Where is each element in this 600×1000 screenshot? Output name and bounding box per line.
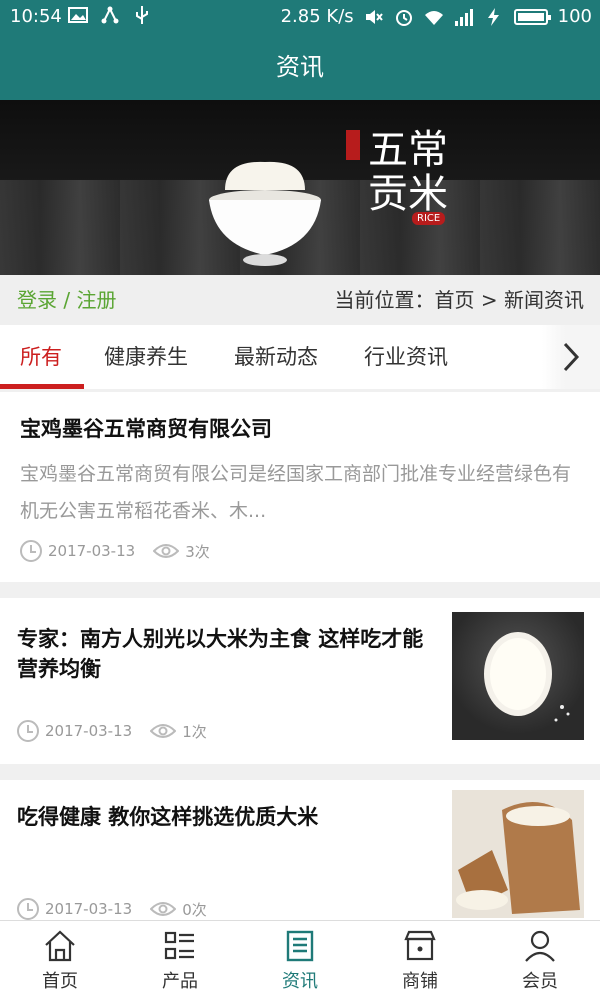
nav-member-label: 会员 <box>522 970 558 992</box>
signal-icon <box>454 8 473 26</box>
banner-rice-badge: RICE <box>412 212 446 225</box>
news-icon <box>286 930 314 961</box>
home-icon <box>45 929 75 961</box>
article-summary: 宝鸡墨谷五常商贸有限公司是经国家工商部门批准专业经营绿色有机无公害五常稻花香米、… <box>20 463 572 522</box>
nav-shop[interactable]: 商铺 <box>360 921 480 1000</box>
article-meta: 2017-03-13 1次 <box>17 720 207 742</box>
image-icon <box>68 7 88 23</box>
notification-icons <box>68 5 152 25</box>
nav-products-label: 产品 <box>162 970 198 992</box>
eye-icon <box>150 902 177 916</box>
clock-icon <box>17 720 39 742</box>
nav-products[interactable]: 产品 <box>120 921 240 1000</box>
network-speed: 2.85 K/s <box>280 6 354 27</box>
article-meta: 2017-03-13 0次 <box>17 898 207 920</box>
article-views: 1次 <box>182 722 207 741</box>
user-icon <box>525 930 555 962</box>
breadcrumb-bar: 登录 / 注册 当前位置：首页 > 新闻资讯 <box>0 275 600 325</box>
rice-bowl-illustration <box>209 161 321 266</box>
rice-sack-thumbnail <box>452 790 584 918</box>
article-item[interactable]: 专家：南方人别光以大米为主食 这样吃才能营养均衡 2017-03-13 1次 <box>0 598 600 764</box>
article-thumbnail <box>452 790 584 918</box>
login-register-link[interactable]: 登录 / 注册 <box>17 275 116 325</box>
tab-industry[interactable]: 行业资讯 <box>364 325 448 389</box>
bottom-nav: 首页 产品 资讯 商铺 会员 <box>0 920 600 1000</box>
status-right: 2.85 K/s 100 <box>281 6 592 27</box>
active-tab-indicator <box>0 384 84 389</box>
page-header: 资讯 <box>0 34 600 100</box>
article-item[interactable]: 吃得健康 教你这样挑选优质大米 2017-03-13 0次 <box>0 780 600 920</box>
mute-icon <box>365 9 383 24</box>
nav-home-label: 首页 <box>42 970 78 992</box>
list-icon <box>164 931 194 959</box>
breadcrumb: 当前位置：首页 > 新闻资讯 <box>334 288 584 312</box>
article-meta: 2017-03-13 3次 <box>20 540 210 562</box>
alarm-icon <box>395 9 412 26</box>
battery-icon <box>513 8 551 25</box>
tab-all[interactable]: 所有 <box>20 325 62 389</box>
nav-news[interactable]: 资讯 <box>240 921 360 1000</box>
wifi-icon <box>424 10 443 25</box>
category-tabs: 所有 健康养生 最新动态 行业资讯 <box>0 325 600 389</box>
article-thumbnail <box>452 612 584 740</box>
share-icon <box>101 6 119 24</box>
banner-image[interactable]: 五常贡米 RICE <box>0 100 600 275</box>
status-bar: 10:54 2.85 K/s 100 <box>0 0 600 34</box>
eye-icon <box>153 544 180 558</box>
article-date: 2017-03-13 <box>45 900 133 918</box>
clock-icon <box>17 898 39 920</box>
article-date: 2017-03-13 <box>48 542 136 560</box>
tab-latest[interactable]: 最新动态 <box>234 325 318 389</box>
nav-home[interactable]: 首页 <box>0 921 120 1000</box>
tab-health[interactable]: 健康养生 <box>104 325 188 389</box>
battery-level: 100 <box>557 6 592 27</box>
article-title: 吃得健康 教你这样挑选优质大米 <box>17 805 319 829</box>
shop-icon <box>404 930 436 960</box>
banner-calligraphy: 五常贡米 <box>368 127 448 217</box>
usb-icon <box>136 6 148 24</box>
clock-icon <box>20 540 42 562</box>
rice-bowl-thumbnail <box>484 632 570 722</box>
article-title: 宝鸡墨谷五常商贸有限公司 <box>20 417 272 441</box>
banner-badge-red <box>346 130 360 160</box>
article-views: 0次 <box>182 900 207 919</box>
article-title: 专家：南方人别光以大米为主食 这样吃才能营养均衡 <box>17 627 424 681</box>
status-time: 10:54 <box>10 6 62 27</box>
nav-shop-label: 商铺 <box>402 970 438 992</box>
nav-member[interactable]: 会员 <box>480 921 600 1000</box>
nav-news-label: 资讯 <box>282 970 318 992</box>
chevron-right-icon <box>563 342 580 372</box>
eye-icon <box>150 724 177 738</box>
charging-icon <box>487 7 499 26</box>
article-item[interactable]: 宝鸡墨谷五常商贸有限公司 宝鸡墨谷五常商贸有限公司是经国家工商部门批准专业经营绿… <box>0 392 600 582</box>
tabs-scroll-right-button[interactable] <box>542 325 600 389</box>
article-date: 2017-03-13 <box>45 722 133 740</box>
article-views: 3次 <box>185 542 210 561</box>
page-title: 资讯 <box>276 53 324 81</box>
